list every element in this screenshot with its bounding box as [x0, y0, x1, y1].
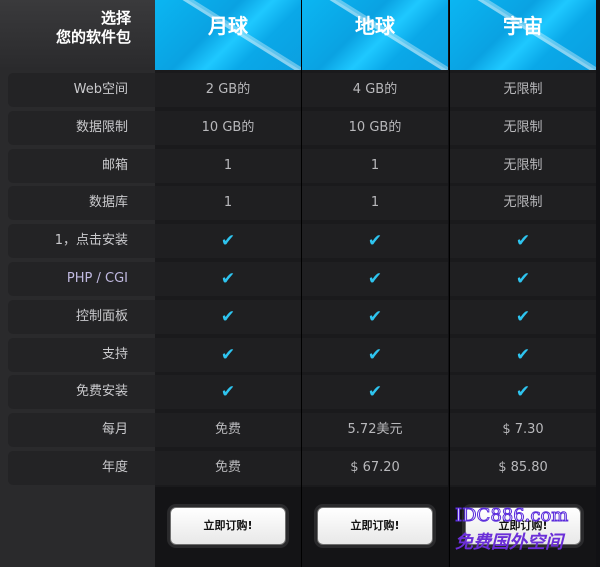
check-icon: ✔	[450, 224, 596, 259]
feature-value: 4 GB的	[302, 73, 448, 107]
pricing-table: 选择 您的软件包 Web空间 数据限制 邮箱 数据库 1，点击安装 PHP / CGI 控制…	[0, 0, 600, 567]
check-icon: ✔	[450, 337, 596, 372]
feature-value: 无限制	[450, 148, 596, 183]
feature-value: 10 GB的	[302, 110, 448, 145]
feature-label: 控制面板	[8, 299, 155, 334]
watermark: IDC886.com 免费国外空间	[455, 505, 595, 561]
check-icon: ✔	[450, 299, 596, 334]
feature-label: 数据限制	[8, 110, 155, 145]
feature-label-column: 选择 您的软件包 Web空间 数据限制 邮箱 数据库 1，点击安装 PHP / CGI 控制…	[0, 0, 155, 567]
plan-name: 地球	[355, 14, 395, 38]
heading-line-2: 您的软件包	[55, 28, 131, 46]
feature-label: 年度	[8, 451, 155, 485]
watermark-line-1: IDC886.com	[455, 505, 569, 527]
feature-label: PHP / CGI	[8, 262, 155, 296]
plan-header-earth: 地球	[302, 0, 448, 70]
check-icon: ✔	[155, 299, 301, 334]
check-icon: ✔	[450, 262, 596, 296]
plan-column-universe: 宇宙 无限制 无限制 无限制 无限制 ✔ ✔ ✔ ✔ ✔ $ 7.30 $ 85.80 立即订购!	[450, 0, 596, 567]
plan-name: 宇宙	[503, 14, 543, 38]
plan-header-moon: 月球	[155, 0, 301, 70]
check-icon: ✔	[155, 224, 301, 259]
feature-value: 免费	[155, 413, 301, 448]
check-icon: ✔	[155, 375, 301, 410]
feature-value: 2 GB的	[155, 73, 301, 107]
plan-column-moon: 月球 2 GB的 10 GB的 1 1 ✔ ✔ ✔ ✔ ✔ 免费 免费 立即订购!	[155, 0, 301, 567]
feature-value: 无限制	[450, 110, 596, 145]
feature-value: $ 85.80	[450, 451, 596, 485]
check-icon: ✔	[155, 337, 301, 372]
plan-column-earth: 地球 4 GB的 10 GB的 1 1 ✔ ✔ ✔ ✔ ✔ 5.72美元 $ 67.20 立即订购!	[302, 0, 448, 567]
feature-value: 1	[302, 148, 448, 183]
watermark-line-2: 免费国外空间	[455, 532, 563, 553]
table-corner-heading: 选择 您的软件包	[0, 0, 155, 70]
feature-value: 免费	[155, 451, 301, 485]
plan-name: 月球	[208, 14, 248, 38]
feature-label: 1，点击安装	[8, 224, 155, 259]
feature-value: 无限制	[450, 186, 596, 221]
check-icon: ✔	[302, 262, 448, 296]
plan-header-universe: 宇宙	[450, 0, 596, 70]
order-button-moon[interactable]: 立即订购!	[170, 507, 286, 545]
check-icon: ✔	[450, 375, 596, 410]
feature-value: 10 GB的	[155, 110, 301, 145]
feature-label: 支持	[8, 337, 155, 372]
feature-value: $ 7.30	[450, 413, 596, 448]
check-icon: ✔	[302, 375, 448, 410]
feature-value: $ 67.20	[302, 451, 448, 485]
check-icon: ✔	[302, 299, 448, 334]
check-icon: ✔	[302, 337, 448, 372]
feature-label: 数据库	[8, 186, 155, 221]
feature-label: 免费安装	[8, 375, 155, 410]
feature-value: 1	[155, 186, 301, 221]
feature-label: 每月	[8, 413, 155, 448]
feature-value: 1	[155, 148, 301, 183]
order-button-earth[interactable]: 立即订购!	[317, 507, 433, 545]
check-icon: ✔	[302, 224, 448, 259]
feature-value: 1	[302, 186, 448, 221]
feature-value: 5.72美元	[302, 413, 448, 448]
heading-line-1: 选择	[100, 9, 131, 27]
feature-value: 无限制	[450, 73, 596, 107]
feature-label: 邮箱	[8, 148, 155, 183]
check-icon: ✔	[155, 262, 301, 296]
feature-label: Web空间	[8, 73, 155, 107]
